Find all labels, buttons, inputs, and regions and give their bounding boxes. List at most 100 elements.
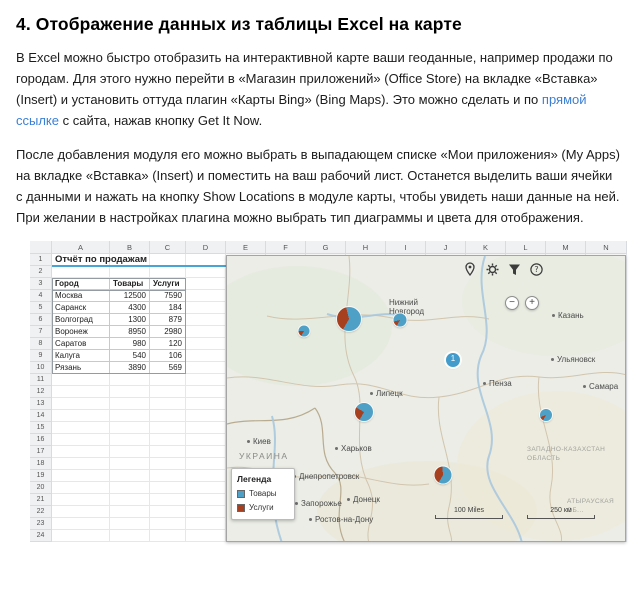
sheet-cell (52, 266, 110, 278)
scale-miles: 100 Miles (435, 507, 503, 519)
table-header-line (52, 290, 186, 291)
sheet-cell (52, 530, 110, 542)
column-header: G (306, 241, 346, 254)
sheet-cell: Москва (52, 290, 110, 302)
column-header: J (426, 241, 466, 254)
sheet-cell (150, 374, 186, 386)
column-header: C (150, 241, 186, 254)
paragraph-text: В Excel можно быстро отобразить на интер… (16, 50, 613, 107)
page-title: 4. Отображение данных из таблицы Excel н… (16, 14, 626, 35)
sheet-cell (150, 470, 186, 482)
sheet-cell (110, 374, 150, 386)
sheet-cell: 8950 (110, 326, 150, 338)
sheet-cell (110, 518, 150, 530)
sheet-cell: Воронеж (52, 326, 110, 338)
legend-items: ТоварыУслуги (237, 489, 289, 512)
column-header: M (546, 241, 586, 254)
row-header: 24 (30, 530, 52, 542)
sheet-cell (186, 482, 226, 494)
sheet-cell (186, 386, 226, 398)
row-header: 23 (30, 518, 52, 530)
row-header: 20 (30, 482, 52, 494)
map-label-country: УКРАИНА (239, 452, 289, 461)
row-header: 13 (30, 398, 52, 410)
sheet-cell (52, 470, 110, 482)
pie-chart (435, 467, 452, 484)
row-header: 18 (30, 458, 52, 470)
sheet-cell (150, 482, 186, 494)
row-header: 14 (30, 410, 52, 422)
map-label-city: Ульяновск (551, 355, 595, 364)
sheet-cell (110, 470, 150, 482)
sheet-cell (110, 482, 150, 494)
paragraph-intro: В Excel можно быстро отобразить на интер… (16, 47, 622, 131)
sheet-cell: 12500 (110, 290, 150, 302)
pie-chart (355, 403, 373, 421)
row-header: 21 (30, 494, 52, 506)
map-label-city: Донецк (347, 495, 380, 504)
map-label-city: Липецк (370, 389, 403, 398)
legend-label: Товары (249, 489, 277, 498)
sheet-cell (186, 338, 226, 350)
sheet-cell: 879 (150, 314, 186, 326)
scale-km: 250 км (527, 507, 595, 519)
sheet-cell (150, 494, 186, 506)
sheet-cell (110, 434, 150, 446)
row-header: 16 (30, 434, 52, 446)
excel-screenshot: ABCDEFGHIJKLMN1Отчёт по продажам23ГородТ… (30, 241, 628, 544)
sheet-cell (186, 362, 226, 374)
help-icon: ? (529, 262, 543, 276)
sheet-cell (186, 494, 226, 506)
map-label-city: Днепропетровск (293, 472, 359, 481)
column-header: B (110, 241, 150, 254)
sheet-cell (52, 434, 110, 446)
sheet-cell: 2980 (150, 326, 186, 338)
bing-maps-plugin: Нижний НовгородКазаньУльяновскПензаСамар… (226, 255, 626, 542)
pie-chart (299, 326, 310, 337)
cluster-marker: 1 (446, 353, 460, 367)
map-label-city: Нижний Новгород (389, 298, 424, 316)
article: 4. Отображение данных из таблицы Excel н… (0, 0, 640, 544)
settings-gear-icon (485, 262, 499, 276)
map-toolbar: ? (463, 262, 543, 276)
filter-icon (507, 262, 521, 276)
paragraph-text: с сайта, нажав кнопку Get It Now. (59, 113, 262, 128)
scale-miles-label: 100 Miles (435, 507, 503, 514)
sheet-cell: Саранск (52, 302, 110, 314)
map-label-city: Киев (247, 437, 271, 446)
sheet-cell: 4300 (110, 302, 150, 314)
sheet-cell (110, 446, 150, 458)
sheet-cell: Товары (110, 278, 150, 290)
sheet-cell (186, 350, 226, 362)
sheet-cell (52, 410, 110, 422)
row-header: 12 (30, 386, 52, 398)
column-header: L (506, 241, 546, 254)
scale-km-bar (527, 515, 595, 519)
sheet-cell (150, 518, 186, 530)
sheet-cell (110, 530, 150, 542)
map-label-region: ЗАПАДНО-КАЗАХСТАН ОБЛАСТЬ (527, 445, 605, 463)
row-header: 5 (30, 302, 52, 314)
sheet-cell: 7590 (150, 290, 186, 302)
row-header: 8 (30, 338, 52, 350)
scale-km-label: 250 км (527, 507, 595, 514)
sheet-cell (52, 446, 110, 458)
column-header: E (226, 241, 266, 254)
sheet-cell (186, 326, 226, 338)
row-header: 3 (30, 278, 52, 290)
sheet-cell (150, 398, 186, 410)
sheet-cell (186, 410, 226, 422)
sheet-cell (186, 470, 226, 482)
column-header: H (346, 241, 386, 254)
column-header: F (266, 241, 306, 254)
sheet-cell (186, 422, 226, 434)
sheet-cell (150, 410, 186, 422)
sheet-cell: Город (52, 278, 110, 290)
sheet-cell (110, 398, 150, 410)
map-label-city: Пенза (483, 379, 512, 388)
sheet-cell (150, 506, 186, 518)
row-header: 10 (30, 362, 52, 374)
row-header: 11 (30, 374, 52, 386)
legend-title: Легенда (237, 474, 289, 484)
sheet-cell: 1300 (110, 314, 150, 326)
